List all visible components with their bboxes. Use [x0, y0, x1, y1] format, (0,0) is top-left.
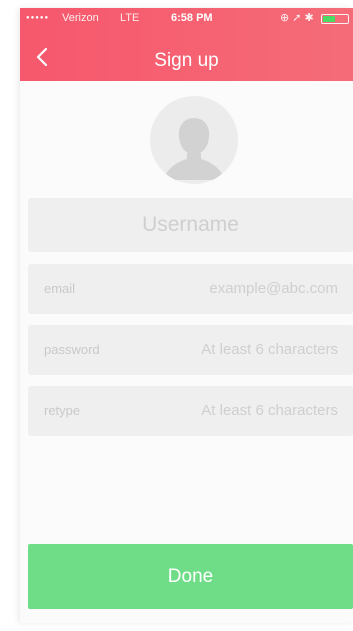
- battery-level: [323, 16, 335, 22]
- status-icons: ⊕ ➚ ✱: [280, 12, 314, 24]
- user-silhouette-icon: [163, 118, 225, 180]
- retype-placeholder: At least 6 characters: [201, 402, 338, 419]
- retype-password-field[interactable]: retype At least 6 characters: [28, 386, 353, 436]
- email-placeholder: example@abc.com: [209, 280, 338, 297]
- status-time: 6:58 PM: [171, 12, 213, 24]
- signal-strength-icon: ●●●●●: [26, 15, 50, 21]
- network-type: LTE: [120, 12, 140, 24]
- username-field[interactable]: Username: [28, 198, 353, 252]
- password-placeholder: At least 6 characters: [201, 341, 338, 358]
- password-field[interactable]: password At least 6 characters: [28, 325, 353, 375]
- phone-screen: ●●●●● Verizon LTE 6:58 PM ⊕ ➚ ✱ Sign up …: [20, 8, 353, 623]
- page-title: Sign up: [154, 50, 219, 71]
- email-field[interactable]: email example@abc.com: [28, 264, 353, 314]
- avatar-picker[interactable]: [150, 96, 238, 184]
- battery-icon: [321, 14, 349, 24]
- password-label: password: [44, 342, 100, 357]
- username-placeholder: Username: [142, 213, 239, 236]
- header-bar: ●●●●● Verizon LTE 6:58 PM ⊕ ➚ ✱ Sign up: [20, 8, 353, 81]
- status-bar: ●●●●● Verizon LTE 6:58 PM ⊕ ➚ ✱: [20, 8, 353, 28]
- email-label: email: [44, 281, 76, 296]
- done-button[interactable]: Done: [28, 544, 353, 609]
- retype-label: retype: [44, 403, 81, 418]
- carrier-name: Verizon: [62, 12, 99, 24]
